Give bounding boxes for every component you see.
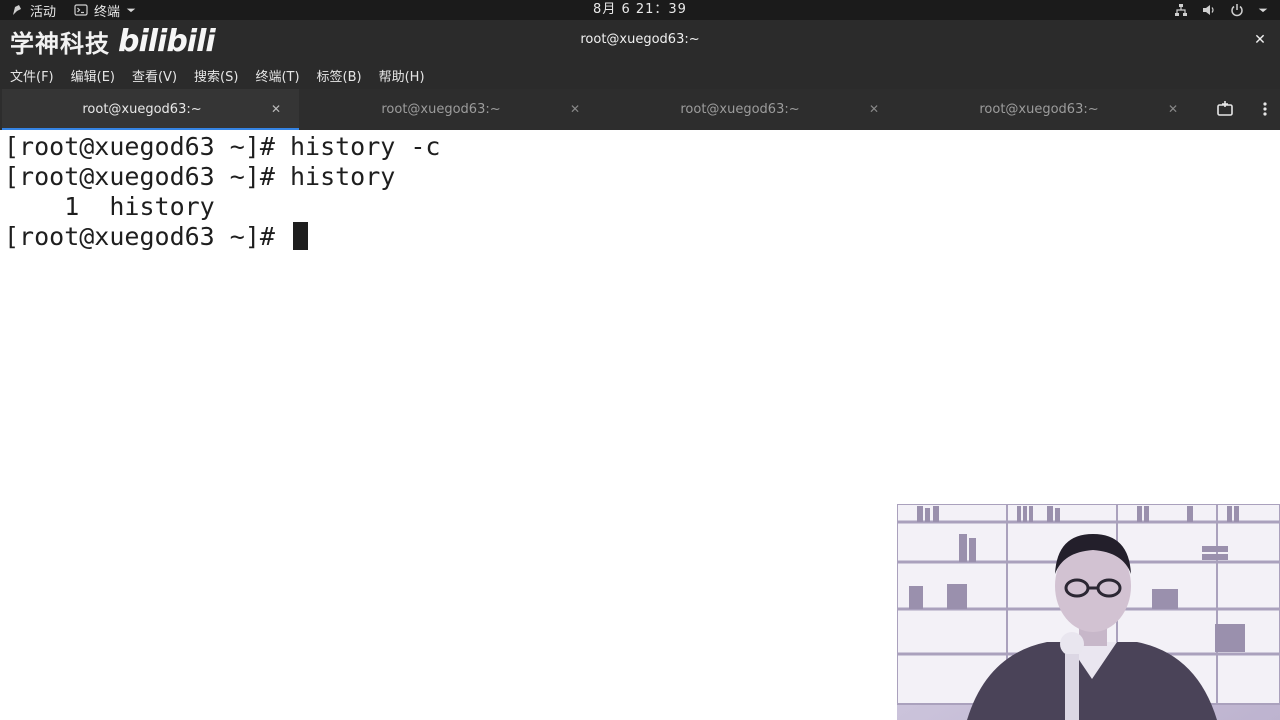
terminal-line: [root@xuegod63 ~]# history — [4, 162, 396, 191]
tab-label: root@xuegod63:~ — [979, 102, 1099, 117]
terminal-line: 1 history — [4, 192, 215, 221]
close-icon: ✕ — [1254, 32, 1266, 48]
presenter-video-image — [897, 504, 1280, 720]
menu-terminal[interactable]: 终端(T) — [255, 66, 299, 85]
tab-bar: root@xuegod63:~ ✕ root@xuegod63:~ ✕ root… — [0, 89, 1280, 130]
watermark-brand: 学神科技 — [10, 30, 110, 58]
menu-bar: 文件(F) 编辑(E) 查看(V) 搜索(S) 终端(T) 标签(B) 帮助(H… — [0, 62, 1280, 89]
terminal-prompt-line: [root@xuegod63 ~]# — [4, 222, 308, 252]
presenter-webcam — [897, 504, 1280, 720]
tab-terminal-3[interactable]: root@xuegod63:~ ✕ — [600, 89, 897, 130]
chevron-down-icon[interactable] — [1258, 3, 1268, 17]
terminal-line: [root@xuegod63 ~]# history -c — [4, 132, 441, 161]
menu-view[interactable]: 查看(V) — [132, 66, 177, 85]
watermark-logo: 学神科技 bilibili — [10, 24, 216, 59]
clock[interactable]: 8月 6 21：39 — [0, 0, 1280, 20]
bilibili-logo: bilibili — [118, 24, 216, 59]
tab-close-icon[interactable]: ✕ — [271, 89, 281, 130]
tab-close-icon[interactable]: ✕ — [1168, 89, 1178, 130]
tab-label: root@xuegod63:~ — [82, 102, 202, 117]
menu-file[interactable]: 文件(F) — [10, 66, 54, 85]
text-cursor — [292, 222, 308, 250]
tab-terminal-2[interactable]: root@xuegod63:~ ✕ — [301, 89, 598, 130]
tab-terminal-1[interactable]: root@xuegod63:~ ✕ — [2, 89, 299, 130]
tab-close-icon[interactable]: ✕ — [570, 89, 580, 130]
menu-help[interactable]: 帮助(H) — [379, 66, 425, 85]
new-tab-icon[interactable] — [1215, 99, 1235, 119]
gnome-top-bar: 活动 终端 8月 6 21：39 — [0, 0, 1280, 20]
prompt-text: [root@xuegod63 ~]# — [4, 222, 290, 251]
volume-icon[interactable] — [1202, 3, 1216, 17]
tab-terminal-4[interactable]: root@xuegod63:~ ✕ — [899, 89, 1196, 130]
tab-label: root@xuegod63:~ — [680, 102, 800, 117]
close-window-button[interactable]: ✕ — [1250, 30, 1270, 50]
menu-search[interactable]: 搜索(S) — [194, 66, 238, 85]
menu-edit[interactable]: 编辑(E) — [71, 66, 115, 85]
network-icon[interactable] — [1174, 3, 1188, 17]
menu-tabs[interactable]: 标签(B) — [317, 66, 362, 85]
power-icon[interactable] — [1230, 3, 1244, 17]
tab-close-icon[interactable]: ✕ — [869, 89, 879, 130]
tab-label: root@xuegod63:~ — [381, 102, 501, 117]
tab-menu-icon[interactable] — [1258, 99, 1272, 119]
